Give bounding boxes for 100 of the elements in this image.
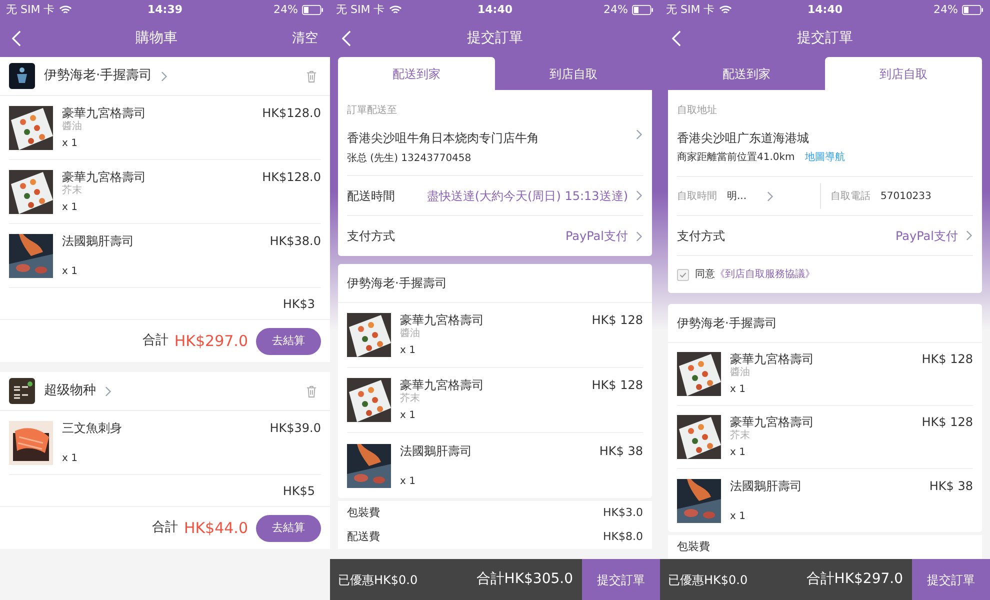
battery-icon [962, 5, 984, 15]
map-link[interactable]: 地圖導航 [804, 151, 845, 164]
checkout-bar: 已優惠HK$0.0 合計HK$305.0 提交訂單 [330, 559, 660, 600]
submit-order-button[interactable]: 提交訂單 [912, 559, 990, 600]
pickup-time-value[interactable]: 明... [727, 188, 747, 204]
clear-button[interactable]: 清空 [292, 28, 318, 48]
store-name[interactable]: 超级物种 [44, 381, 96, 401]
battery-icon [302, 5, 324, 15]
product-option: 醬油 [62, 120, 321, 132]
chevron-right-icon [766, 190, 774, 202]
clock-text: 14:40 [806, 2, 844, 18]
product-quantity: x 1 [62, 452, 78, 464]
product-price: HK$128.0 [262, 106, 321, 120]
back-icon[interactable] [342, 30, 351, 47]
product-quantity: x 1 [62, 202, 78, 214]
product-price: HK$39.0 [270, 420, 321, 434]
product-name: 豪華九宮格壽司 [730, 352, 814, 366]
tab[interactable]: 配送到家 [668, 57, 825, 90]
back-icon[interactable] [12, 30, 21, 47]
phone-number: 57010233 [880, 190, 932, 204]
chevron-right-icon [966, 230, 973, 241]
field-label: 自取電話 [830, 190, 870, 204]
checkout-button[interactable]: 去結算 [256, 328, 321, 354]
wifi-icon [58, 5, 72, 15]
fee-amount: HK$3.0 [603, 504, 643, 521]
section-label: 訂單配送至 [347, 104, 398, 118]
checkout-bar: 已優惠HK$0.0 合計HK$297.0 提交訂單 [660, 559, 990, 600]
store-name: 伊勢海老·手握壽司 [347, 275, 447, 292]
tab[interactable]: 到店自取 [825, 57, 982, 90]
back-icon[interactable] [672, 30, 681, 47]
product-price: HK$ 38 [599, 444, 643, 458]
product-quantity: x 1 [62, 138, 78, 150]
product-name: 豪華九宮格壽司 [62, 170, 146, 184]
clock-text: 14:40 [476, 2, 514, 18]
product-name: 豪華九宮格壽司 [62, 106, 146, 120]
chevron-right-icon [636, 129, 643, 140]
product-price: HK$ 128 [592, 313, 643, 327]
fee-label: 包裝費 [677, 538, 710, 555]
carrier-text: 无 SIM 卡 [666, 2, 715, 18]
chevron-right-icon [161, 70, 168, 82]
option-row[interactable]: 支付方式 PayPal支付 [677, 216, 973, 256]
wifi-icon [388, 5, 402, 15]
battery-text: 24% [934, 2, 958, 18]
distance-text: 商家距離當前位置41.0km [677, 151, 795, 164]
fee-amount: HK$5 [282, 482, 315, 500]
product-name: 法國鵝肝壽司 [730, 478, 802, 492]
battery-text: 24% [274, 2, 298, 18]
wifi-icon [718, 5, 732, 15]
agreement-text: 同意《到店自取服務協議》 [695, 268, 815, 282]
store-name: 伊勢海老·手握壽司 [677, 315, 777, 332]
checkbox[interactable] [677, 268, 689, 280]
field-label: 自取時間 [677, 190, 717, 204]
tab[interactable]: 配送到家 [338, 57, 495, 90]
fee-label: 包裝費 [347, 504, 380, 521]
section-label: 自取地址 [677, 104, 718, 118]
carrier-text: 无 SIM 卡 [6, 2, 55, 18]
total-amount: HK$297.0 [174, 330, 248, 352]
store-logo-icon [9, 378, 35, 404]
product-quantity: x 1 [62, 266, 78, 278]
option-row[interactable]: 配送時間 盡快送達(大約今天(周日) 15:13送達) [347, 176, 643, 216]
store-name[interactable]: 伊勢海老·手握壽司 [44, 66, 152, 86]
product-name: 豪華九宮格壽司 [730, 415, 814, 429]
chevron-right-icon [636, 190, 643, 201]
fee-label: 配送費 [347, 528, 380, 545]
option-row[interactable]: 支付方式 PayPal支付 [347, 216, 643, 256]
product-name: 三文魚刺身 [62, 420, 122, 434]
product-quantity: x 1 [730, 447, 746, 459]
total-label: 合計 [142, 332, 168, 350]
chevron-right-icon [636, 230, 643, 242]
product-quantity: x 1 [400, 410, 416, 422]
product-name: 豪華九宮格壽司 [400, 378, 484, 392]
product-price: HK$38.0 [270, 234, 321, 248]
fee-amount: HK$3 [282, 296, 315, 312]
product-price: HK$ 128 [592, 378, 643, 392]
product-option: 醬油 [400, 327, 643, 340]
product-quantity: x 1 [400, 345, 416, 357]
product-price: HK$128.0 [262, 170, 321, 184]
tab[interactable]: 到店自取 [495, 57, 652, 90]
carrier-text: 无 SIM 卡 [336, 2, 385, 18]
product-option: 芥末 [400, 392, 643, 405]
total-label: 合計 [152, 519, 178, 538]
checkout-button[interactable]: 去結算 [256, 514, 321, 542]
product-option: 芥末 [730, 429, 973, 442]
submit-order-button[interactable]: 提交訂單 [582, 559, 660, 600]
product-name: 法國鵝肝壽司 [400, 444, 472, 458]
page-title: 提交訂單 [466, 29, 524, 48]
contact-text: 张总 (先生) 13243770458 [347, 152, 472, 165]
store-logo-icon [9, 63, 35, 89]
product-price: HK$ 128 [922, 415, 973, 429]
product-option: 芥末 [62, 184, 321, 196]
product-price: HK$ 128 [922, 352, 973, 366]
clock-text: 14:39 [146, 2, 184, 18]
product-quantity: x 1 [730, 510, 746, 522]
fee-amount: HK$8.0 [603, 528, 643, 545]
chevron-right-icon [105, 386, 112, 396]
page-title: 購物車 [134, 29, 178, 48]
battery-text: 24% [604, 2, 628, 18]
product-price: HK$ 38 [929, 478, 973, 492]
agreement-link[interactable]: 《到店自取服務協議》 [715, 269, 815, 280]
product-option: 醬油 [730, 366, 973, 379]
